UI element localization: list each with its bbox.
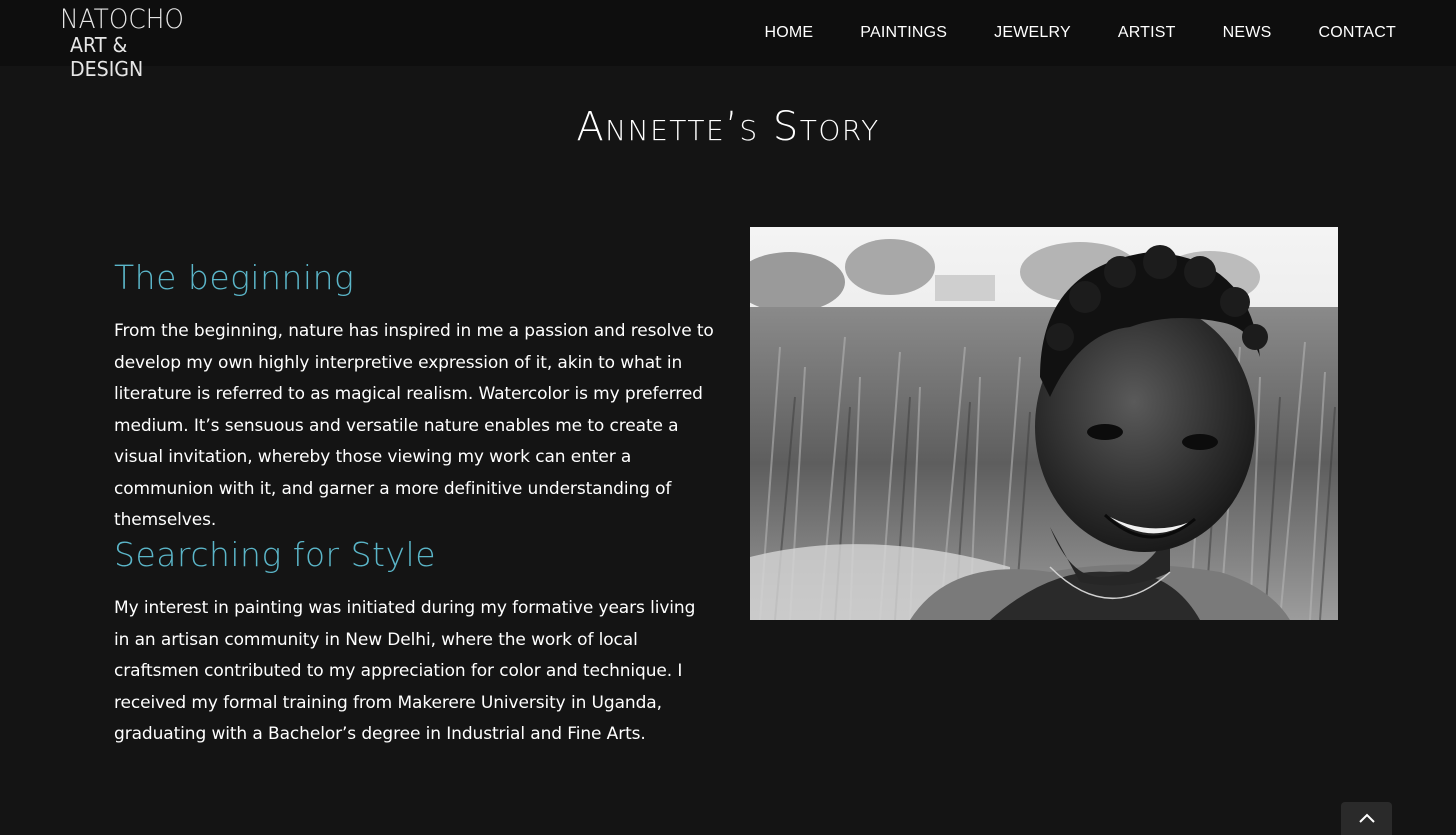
site-header: NATOCHO ART & DESIGN HOME PAINTINGS JEWE… <box>0 0 1456 82</box>
portrait-illustration <box>750 227 1338 620</box>
main-nav: HOME PAINTINGS JEWELRY ARTIST NEWS CONTA… <box>717 0 1396 66</box>
section-heading-beginning: The beginning <box>114 258 355 297</box>
section-body-style: My interest in painting was initiated du… <box>114 598 696 744</box>
section-body-beginning: From the beginning, nature has inspired … <box>114 321 714 530</box>
artist-portrait-photo <box>750 227 1338 620</box>
nav-artist[interactable]: ARTIST <box>1118 24 1176 42</box>
page-title: Annette’s Story <box>576 104 880 150</box>
nav-jewelry[interactable]: JEWELRY <box>994 24 1071 42</box>
nav-home[interactable]: HOME <box>764 24 813 42</box>
nav-contact[interactable]: CONTACT <box>1318 24 1396 42</box>
page: NATOCHO ART & DESIGN HOME PAINTINGS JEWE… <box>0 0 1456 835</box>
back-to-top-button[interactable] <box>1341 802 1392 835</box>
nav-news[interactable]: NEWS <box>1223 24 1272 42</box>
chevron-up-icon <box>1358 813 1375 823</box>
logo-line-2: ART & DESIGN <box>70 33 144 81</box>
logo-line-1: NATOCHO <box>60 4 184 35</box>
section-heading-style: Searching for Style <box>114 535 437 574</box>
site-logo[interactable]: NATOCHO ART & DESIGN <box>58 4 198 82</box>
nav-paintings[interactable]: PAINTINGS <box>860 24 947 42</box>
